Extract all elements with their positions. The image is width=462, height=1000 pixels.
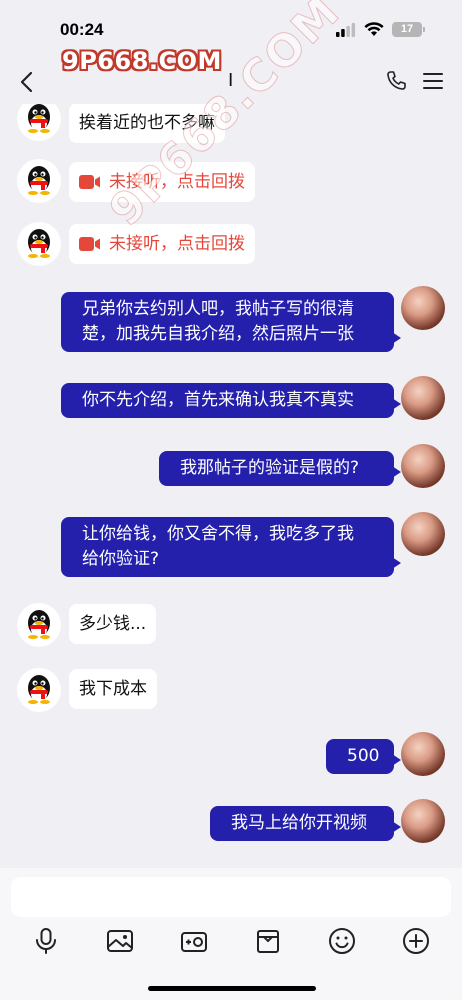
penguin-avatar-icon [28, 675, 50, 704]
avatar[interactable] [17, 159, 61, 203]
message-list[interactable]: 挨着近的也不多嘛 未接听，点击回拨 未接听，点击回拨 兄弟你去约别人吧，我帖子写… [0, 0, 462, 868]
avatar[interactable] [401, 732, 445, 776]
home-indicator[interactable] [148, 986, 316, 991]
message-text: 多少钱... [79, 614, 147, 634]
message-text: 给你验证? [82, 549, 160, 569]
menu-icon[interactable] [421, 69, 445, 93]
message-text: 挨着近的也不多嘛 [79, 113, 215, 133]
sent-message[interactable]: 500 [326, 739, 401, 774]
sent-message[interactable]: 我那帖子的验证是假的? [159, 451, 401, 486]
emoji-icon[interactable] [327, 926, 357, 956]
sent-message[interactable]: 让你给钱，你又舍不得，我吃多了我 给你验证? [61, 517, 401, 577]
avatar[interactable] [17, 668, 61, 712]
message-text: 我那帖子的验证是假的? [180, 458, 360, 478]
image-icon[interactable] [105, 926, 135, 956]
sent-message[interactable]: 我马上给你开视频 [210, 806, 401, 841]
message-text: 楚，加我先自我介绍，然后照片一张 [82, 324, 354, 344]
penguin-avatar-icon [28, 610, 50, 639]
chat-title: I [228, 70, 234, 91]
message-text: 我下成本 [79, 679, 147, 699]
sent-message[interactable]: 兄弟你去约别人吧，我帖子写的很清 楚，加我先自我介绍，然后照片一张 [61, 292, 401, 352]
microphone-icon[interactable] [31, 926, 61, 956]
missed-video-call[interactable]: 未接听，点击回拨 [69, 162, 255, 202]
avatar[interactable] [17, 222, 61, 266]
avatar[interactable] [401, 286, 445, 330]
message-text: 你不先介绍，首先来确认我真不真实 [82, 390, 354, 410]
penguin-avatar-icon [28, 229, 50, 258]
plus-icon[interactable] [401, 926, 431, 956]
phone-icon[interactable] [384, 69, 408, 93]
composer-toolbar [0, 926, 462, 966]
avatar[interactable] [401, 799, 445, 843]
gift-box-icon[interactable] [253, 926, 283, 956]
avatar[interactable] [401, 444, 445, 488]
message-text: 500 [347, 746, 380, 766]
received-message[interactable]: 我下成本 [69, 669, 157, 709]
avatar[interactable] [401, 512, 445, 556]
watermark-logo: 9P668.COM [62, 47, 222, 75]
video-camera-icon [79, 237, 100, 251]
received-message[interactable]: 挨着近的也不多嘛 [69, 103, 225, 143]
missed-call-text: 未接听，点击回拨 [109, 234, 245, 254]
penguin-avatar-icon [28, 166, 50, 195]
message-text: 我马上给你开视频 [231, 813, 367, 833]
missed-video-call[interactable]: 未接听，点击回拨 [69, 224, 255, 264]
composer [0, 868, 462, 1000]
video-camera-icon [79, 175, 100, 189]
avatar[interactable] [17, 603, 61, 647]
sent-message[interactable]: 你不先介绍，首先来确认我真不真实 [61, 383, 401, 418]
message-input[interactable] [11, 877, 451, 917]
message-text: 兄弟你去约别人吧，我帖子写的很清 [82, 299, 354, 319]
avatar[interactable] [401, 376, 445, 420]
message-text: 让你给钱，你又舍不得，我吃多了我 [82, 524, 354, 544]
chevron-left-icon[interactable] [14, 68, 42, 96]
missed-call-text: 未接听，点击回拨 [109, 172, 245, 192]
received-message[interactable]: 多少钱... [69, 604, 157, 644]
camera-icon[interactable] [179, 926, 209, 956]
